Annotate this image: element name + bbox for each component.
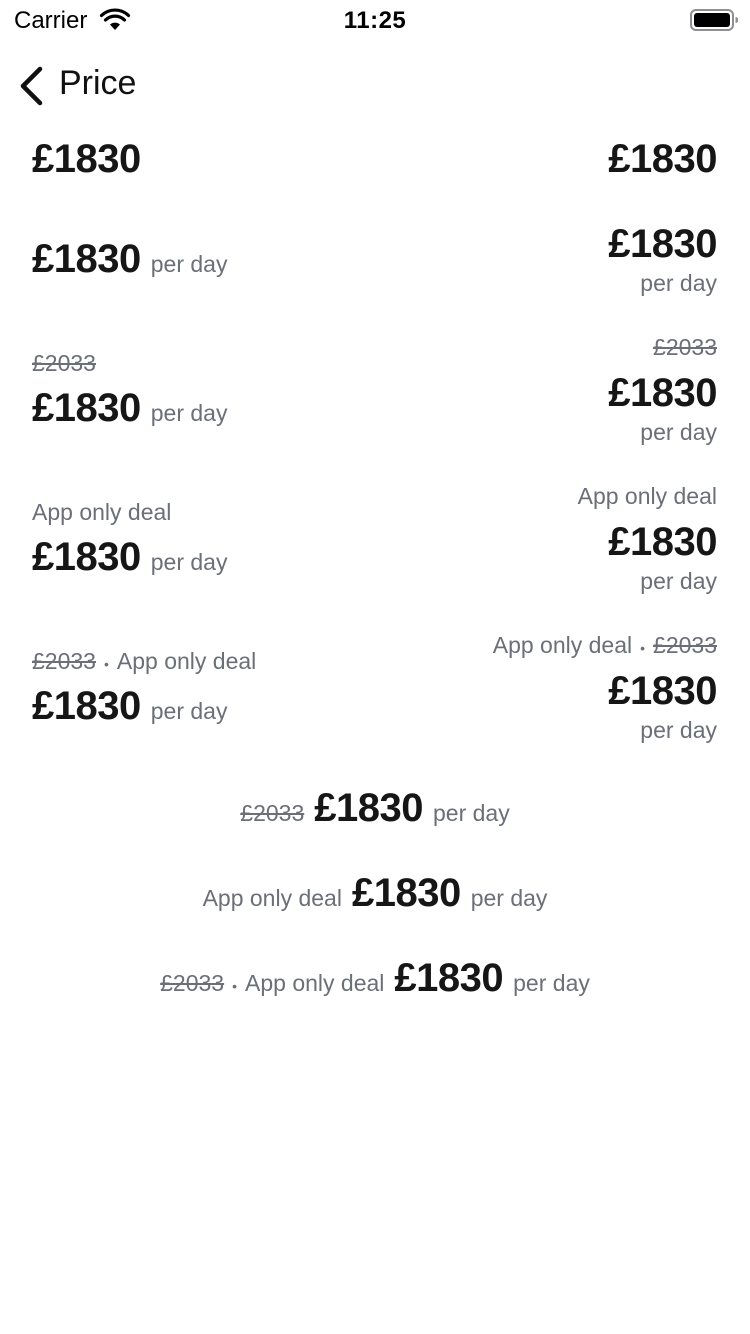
price-value: £1830 xyxy=(32,386,141,430)
deal-label: App only deal xyxy=(492,632,633,658)
price-value: £1830 xyxy=(32,684,141,728)
price-center-6: £2033 £1830 per day xyxy=(0,788,750,828)
separator-dot: • xyxy=(232,978,238,994)
per-day-label: per day xyxy=(150,251,228,277)
price-left-1: £1830 xyxy=(32,137,141,181)
page-title: Price xyxy=(59,64,137,102)
per-day-label: per day xyxy=(150,549,228,575)
deal-label-left-4: App only deal xyxy=(32,499,172,525)
price-value: £1830 xyxy=(351,871,461,915)
price-block-left-2: £1830 per day xyxy=(32,239,227,279)
price-block-left-4: £1830 per day xyxy=(32,537,227,577)
per-day-right-5: per day xyxy=(640,717,717,743)
old-price-left-3: £2033 xyxy=(32,350,96,376)
deal-old-price-right-5: App only deal • £2033 xyxy=(493,634,717,657)
price-block-left-3: £1830 per day xyxy=(32,388,227,428)
deal-label: App only deal xyxy=(245,970,385,996)
price-block-left-5: £1830 per day xyxy=(32,686,227,726)
old-price-right-3: £2033 xyxy=(653,334,717,360)
price-value: £1830 xyxy=(32,535,141,579)
deal-label-right-4: App only deal xyxy=(577,483,717,509)
per-day-right-2: per day xyxy=(640,270,717,296)
old-price-deal-left-5: £2033 • App only deal xyxy=(32,650,256,673)
back-button[interactable] xyxy=(14,62,54,108)
per-day-label: per day xyxy=(150,400,228,426)
price-center-7: App only deal £1830 per day xyxy=(0,873,750,913)
per-day-label: per day xyxy=(150,698,228,724)
separator-dot: • xyxy=(640,640,646,656)
price-right-1: £1830 xyxy=(608,137,717,181)
per-day-label: per day xyxy=(513,970,590,996)
price-center-8: £2033 • App only deal £1830 per day xyxy=(0,958,750,998)
price-right-4: £1830 xyxy=(608,520,717,564)
deal-label: App only deal xyxy=(116,648,257,674)
per-day-right-4: per day xyxy=(640,568,717,594)
per-day-right-3: per day xyxy=(640,419,717,445)
price-right-2: £1830 xyxy=(608,222,717,266)
old-price: £2033 xyxy=(240,800,305,826)
price-right-5: £1830 xyxy=(608,669,717,713)
battery-icon xyxy=(690,9,739,36)
price-value: £1830 xyxy=(32,237,141,281)
old-price: £2033 xyxy=(32,648,96,674)
per-day-label: per day xyxy=(470,885,548,911)
deal-label: App only deal xyxy=(202,885,342,911)
price-value: £1830 xyxy=(394,956,504,1000)
separator-dot: • xyxy=(103,656,109,672)
clock: 11:25 xyxy=(343,7,407,34)
old-price: £2033 xyxy=(653,632,717,658)
per-day-label: per day xyxy=(432,800,510,826)
chevron-left-icon xyxy=(18,66,44,111)
price-value: £1830 xyxy=(314,786,423,830)
old-price: £2033 xyxy=(160,970,225,996)
price-right-3: £1830 xyxy=(608,371,717,415)
